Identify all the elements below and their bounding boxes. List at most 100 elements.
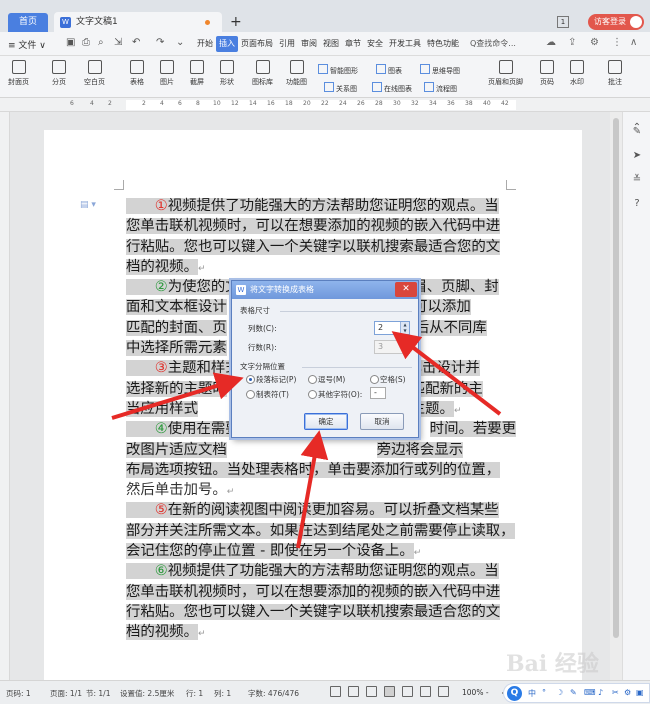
ribbon-screenshot[interactable]: 截屏 <box>190 60 204 87</box>
dialog-title-bar[interactable]: W 将文字转换成表格 ✕ <box>232 281 418 299</box>
ribbon-page-break[interactable]: 分页 <box>52 60 66 87</box>
ok-button[interactable]: 确定 <box>304 413 348 430</box>
ribbon-table[interactable]: 表格 <box>130 60 144 87</box>
select-cursor-icon[interactable]: ➤ <box>631 150 643 162</box>
ribbon-chart[interactable]: 图表 <box>376 64 402 76</box>
ribbon-header-footer[interactable]: 页眉和页脚 <box>488 60 523 87</box>
visitor-login-button[interactable]: 访客登录 <box>588 14 644 30</box>
new-tab-button[interactable]: + <box>230 14 242 30</box>
outline-view-icon[interactable] <box>402 686 413 697</box>
ribbon-blank-page[interactable]: 空白页 <box>84 60 105 87</box>
save-icon[interactable]: ▣ <box>66 37 75 48</box>
menu-page-layout[interactable]: 页面布局 <box>238 32 276 56</box>
ime-tools-icon[interactable]: ✂ <box>612 688 619 697</box>
menu-features[interactable]: 特色功能 <box>424 32 462 56</box>
sep-other-radio[interactable]: 其他字符(O): <box>308 389 362 400</box>
ribbon-comment[interactable]: 批注 <box>608 60 622 87</box>
avatar <box>630 16 642 28</box>
undo-icon[interactable]: ↶ <box>132 37 140 48</box>
ime-keyboard-icon[interactable]: ⌨ <box>584 688 596 697</box>
adjust-settings-icon[interactable]: ≚ <box>631 174 643 186</box>
ruler-tick: 2 <box>142 100 146 107</box>
zoom-level[interactable]: 100% - <box>462 688 489 697</box>
pen-icon[interactable]: ✎ <box>631 126 643 138</box>
columns-stepper[interactable]: 2 ▲ ▼ <box>374 321 410 335</box>
status-section[interactable]: 节: 1/1 <box>86 688 110 699</box>
status-pages[interactable]: 页面: 1/1 <box>50 688 82 699</box>
ribbon-picture[interactable]: 图片 <box>160 60 174 87</box>
page-view-icon[interactable] <box>384 686 395 697</box>
protect-icon[interactable] <box>348 686 359 697</box>
paragraph-layout-icon[interactable]: ▤ ▾ <box>80 200 96 210</box>
ribbon-mind-map[interactable]: 思维导图 <box>420 64 460 76</box>
ribbon-cover-page[interactable]: 封面页 <box>8 60 29 87</box>
redo-icon[interactable]: ↷ <box>156 37 164 48</box>
ime-moon-icon[interactable]: ☽ <box>556 688 563 697</box>
other-char-input[interactable]: - <box>370 387 386 399</box>
help-icon[interactable]: ? <box>631 198 643 210</box>
status-page[interactable]: 页码: 1 <box>6 688 31 699</box>
menu-review[interactable]: 审阅 <box>298 32 320 56</box>
ribbon-smart-graphic[interactable]: 智能图形 <box>318 64 358 76</box>
sep-space-radio[interactable]: 空格(S) <box>370 374 406 385</box>
ruler-tick: 40 <box>483 100 491 107</box>
ime-handwrite-icon[interactable]: ✎ <box>570 688 577 697</box>
menu-section[interactable]: 章节 <box>342 32 364 56</box>
file-menu[interactable]: ≡ 文件 ∨ <box>8 38 46 51</box>
paragraph-text: 视频提供了功能强大的方法帮助您证明您的观点。当 <box>167 563 499 580</box>
vertical-ruler[interactable] <box>0 112 10 680</box>
collapse-ribbon-icon[interactable]: ∧ <box>630 37 637 48</box>
ruler-tick: 34 <box>429 100 437 107</box>
menu-view[interactable]: 视图 <box>320 32 342 56</box>
more-options-icon[interactable]: ⋮ <box>612 37 622 48</box>
ime-voice-icon[interactable]: ♪ <box>598 688 603 697</box>
menu-references[interactable]: 引用 <box>276 32 298 56</box>
edit-mode-icon[interactable] <box>366 686 377 697</box>
status-settings[interactable]: 设置值: 2.5厘米 <box>120 688 174 699</box>
ribbon-function-chart[interactable]: 功能图 <box>286 60 307 87</box>
print-icon[interactable]: ⎙ <box>82 37 90 48</box>
status-word-count[interactable]: 字数: 476/476 <box>248 688 299 699</box>
stepper-arrows-icon[interactable]: ▲ ▼ <box>400 322 409 334</box>
sep-tab-radio[interactable]: 制表符(T) <box>246 389 289 400</box>
menu-start[interactable]: 开始 <box>194 32 216 56</box>
cancel-button[interactable]: 取消 <box>360 413 404 430</box>
vertical-scrollbar[interactable] <box>610 112 622 680</box>
settings-icon[interactable]: ⚙ <box>590 37 599 48</box>
paragraph-text: 使用在需要 <box>167 421 240 438</box>
ime-skin-icon[interactable]: ▣ <box>636 688 644 697</box>
tab-home[interactable]: 首页 <box>8 13 48 32</box>
text-line: 然后单击加号。↵ <box>126 480 516 500</box>
ime-logo-icon[interactable]: Q <box>507 686 522 701</box>
dialog-close-button[interactable]: ✕ <box>395 282 417 297</box>
export-icon[interactable]: ⇲ <box>114 37 122 48</box>
window-count-badge[interactable]: 1 <box>557 16 569 28</box>
print-preview-icon[interactable]: ⌕ <box>98 37 104 48</box>
horizontal-ruler[interactable]: 6 4 2 2 4 6 8 10 12 14 16 18 20 22 24 26… <box>0 98 650 112</box>
tab-document[interactable]: W 文字文稿1 <box>54 12 222 32</box>
ribbon-flowchart[interactable]: 流程图 <box>424 82 457 94</box>
menu-insert[interactable]: 插入 <box>216 36 238 52</box>
ribbon-icon-library[interactable]: 图标库 <box>252 60 273 87</box>
ribbon-relation-graph[interactable]: 关系图 <box>324 82 357 94</box>
text-line: 部分并关注所需文本。如果在达到结尾处之前需要停止读取， <box>126 521 516 541</box>
ribbon-page-number[interactable]: 页码 <box>540 60 554 87</box>
reading-view-icon[interactable] <box>438 686 449 697</box>
ime-punctuation-icon[interactable]: ° <box>542 688 546 697</box>
ribbon-online-chart[interactable]: 在线图表 <box>372 82 412 94</box>
command-search[interactable]: Q查找命令... <box>470 38 516 49</box>
sep-comma-radio[interactable]: 逗号(M) <box>308 374 345 385</box>
cloud-icon[interactable]: ☁ <box>546 37 556 48</box>
ime-language[interactable]: 中 <box>528 688 536 699</box>
menu-security[interactable]: 安全 <box>364 32 386 56</box>
share-icon[interactable]: ⇪ <box>568 37 576 48</box>
ribbon-watermark[interactable]: 水印 <box>570 60 584 87</box>
scrollbar-thumb[interactable] <box>613 118 619 638</box>
ribbon-shape[interactable]: 形状 <box>220 60 234 87</box>
menu-developer[interactable]: 开发工具 <box>386 32 424 56</box>
web-view-icon[interactable] <box>420 686 431 697</box>
focus-mode-icon[interactable] <box>330 686 341 697</box>
ime-settings-icon[interactable]: ⚙ <box>624 688 631 697</box>
more-icon[interactable]: ⌄ <box>176 37 184 48</box>
sep-paragraph-radio[interactable]: 段落标记(P) <box>246 374 296 385</box>
